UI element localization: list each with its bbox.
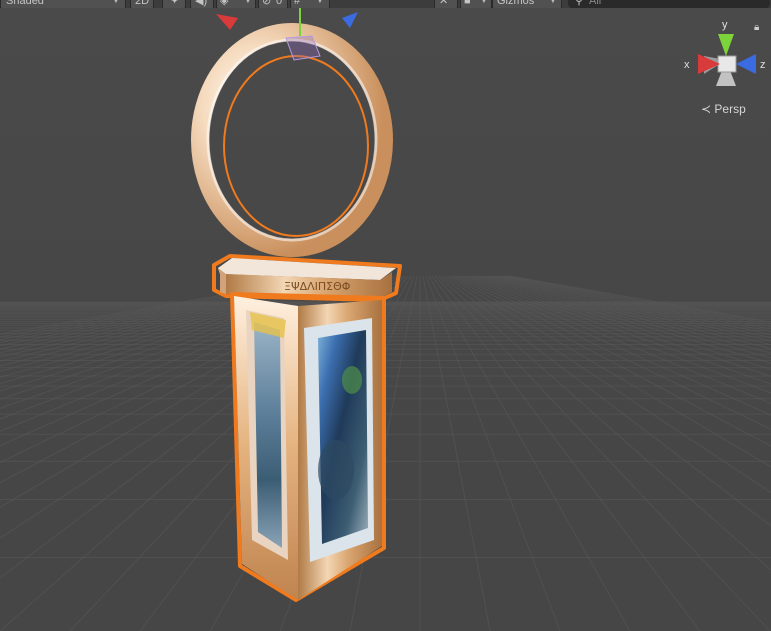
right-glass-panel xyxy=(318,330,368,544)
left-glass-panel xyxy=(254,322,282,548)
x-axis-handle[interactable] xyxy=(216,14,238,30)
selected-object[interactable]: ΞΨΔΛΙΠΣΘΦ xyxy=(0,0,771,631)
projection-label: Persp xyxy=(714,102,746,116)
y-axis-label: y xyxy=(722,19,728,31)
lock-icon[interactable]: 🔒︎ xyxy=(754,22,759,33)
persp-arrow-icon: ≺ xyxy=(701,102,712,116)
cap-engraving: ΞΨΔΛΙΠΣΘΦ xyxy=(284,280,351,293)
pendant-body[interactable] xyxy=(230,292,386,602)
center-cube[interactable] xyxy=(717,55,737,73)
y-axis-cone[interactable] xyxy=(718,34,734,56)
z-axis-cone[interactable] xyxy=(736,54,756,74)
projection-toggle[interactable]: ≺ Persp xyxy=(701,102,746,116)
x-axis-label: x xyxy=(684,59,690,71)
z-axis-handle[interactable] xyxy=(342,12,358,28)
pendant-ring[interactable] xyxy=(191,23,393,257)
z-axis-label: z xyxy=(760,59,766,71)
